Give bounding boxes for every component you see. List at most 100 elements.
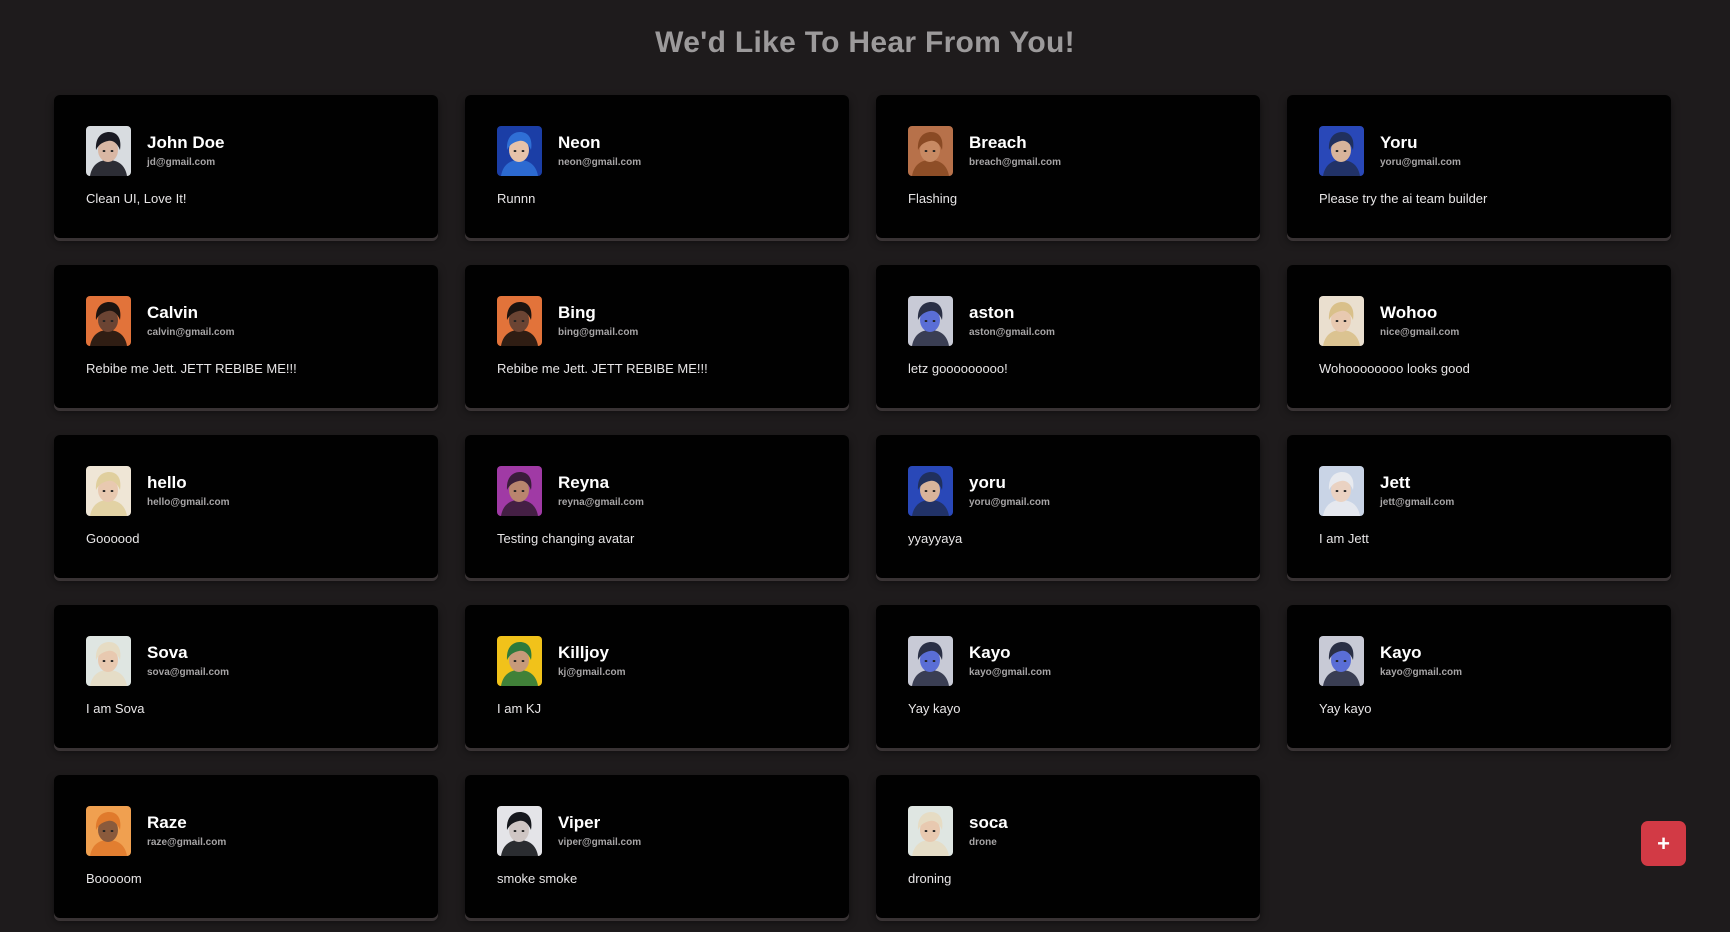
user-info: soca drone	[969, 813, 1008, 849]
user-email: bing@gmail.com	[558, 327, 639, 338]
user-info: Kayo kayo@gmail.com	[969, 643, 1051, 679]
viper-avatar-icon	[497, 806, 542, 856]
user-email: neon@gmail.com	[558, 157, 642, 168]
feedback-card: Sova sova@gmail.com I am Sova	[54, 605, 438, 748]
jett-avatar-icon	[86, 126, 131, 176]
user-name: Reyna	[558, 473, 610, 492]
phoenix-avatar-icon	[497, 296, 542, 346]
feedback-card: Breach breach@gmail.com Flashing	[876, 95, 1260, 238]
feedback-card-header: Yoru yoru@gmail.com	[1319, 126, 1639, 176]
kayo-avatar-icon	[908, 636, 953, 686]
feedback-message: Please try the ai team builder	[1319, 191, 1488, 206]
user-email: jd@gmail.com	[147, 157, 216, 168]
user-info: Bing bing@gmail.com	[558, 303, 638, 339]
feedback-card: Killjoy kj@gmail.com I am KJ	[465, 605, 849, 748]
user-email: sova@gmail.com	[147, 667, 230, 678]
feedback-message: Booooom	[86, 871, 142, 886]
feedback-card-header: Jett jett@gmail.com	[1319, 466, 1639, 516]
add-feedback-button[interactable]: +	[1641, 821, 1686, 866]
feedback-card: Kayo kayo@gmail.com Yay kayo	[876, 605, 1260, 748]
user-info: hello hello@gmail.com	[147, 473, 230, 509]
user-email: breach@gmail.com	[969, 157, 1062, 168]
user-email: raze@gmail.com	[147, 837, 227, 848]
user-email: kj@gmail.com	[558, 667, 626, 678]
feedback-card: Neon neon@gmail.com Runnn	[465, 95, 849, 238]
feedback-card: soca drone droning	[876, 775, 1260, 918]
feedback-card-header: Breach breach@gmail.com	[908, 126, 1228, 176]
feedback-message: I am KJ	[497, 701, 542, 716]
user-info: Yoru yoru@gmail.com	[1380, 133, 1461, 169]
feedback-card-header: Kayo kayo@gmail.com	[1319, 636, 1639, 686]
feedback-card-header: Killjoy kj@gmail.com	[497, 636, 817, 686]
user-name: yoru	[969, 473, 1006, 492]
user-name: aston	[969, 303, 1015, 322]
user-info: Calvin calvin@gmail.com	[147, 303, 235, 339]
user-email: hello@gmail.com	[147, 497, 230, 508]
feedback-message: Yay kayo	[908, 701, 961, 716]
user-info: Raze raze@gmail.com	[147, 813, 226, 849]
feedback-card-header: John Doe jd@gmail.com	[86, 126, 406, 176]
feedback-card: yoru yoru@gmail.com yyayyaya	[876, 435, 1260, 578]
feedback-card-header: Reyna reyna@gmail.com	[497, 466, 817, 516]
feedback-message: droning	[908, 871, 952, 886]
sova-avatar-icon	[86, 466, 131, 516]
feedback-card: Reyna reyna@gmail.com Testing changing ava…	[465, 435, 849, 578]
user-email: nice@gmail.com	[1380, 327, 1460, 338]
feedback-message: I am Jett	[1319, 531, 1369, 546]
user-name: Wohoo	[1380, 303, 1438, 322]
user-name: Yoru	[1380, 133, 1418, 152]
reyna-avatar-icon	[497, 466, 542, 516]
user-name: John Doe	[147, 133, 225, 152]
user-name: Kayo	[969, 643, 1011, 662]
user-info: Wohoo nice@gmail.com	[1380, 303, 1459, 339]
user-email: aston@gmail.com	[969, 327, 1055, 338]
yoru-avatar-icon	[1319, 126, 1364, 176]
yoru-avatar-icon	[908, 466, 953, 516]
user-email: kayo@gmail.com	[969, 667, 1052, 678]
user-email: drone	[969, 837, 997, 848]
sova-avatar-icon	[1319, 296, 1364, 346]
neon-avatar-icon	[497, 126, 542, 176]
user-email: viper@gmail.com	[558, 837, 642, 848]
user-email: reyna@gmail.com	[558, 497, 644, 508]
user-info: Jett jett@gmail.com	[1380, 473, 1454, 509]
feedback-message: Wohoooooooo looks good	[1319, 361, 1470, 376]
feedback-message: Runnn	[497, 191, 536, 206]
feedback-message: yyayyaya	[908, 531, 963, 546]
user-info: Neon neon@gmail.com	[558, 133, 641, 169]
feedback-card-header: Calvin calvin@gmail.com	[86, 296, 406, 346]
feedback-message: Rebibe me Jett. JETT REBIBE ME!!!	[86, 361, 297, 376]
feedback-card-header: Raze raze@gmail.com	[86, 806, 406, 856]
user-info: Kayo kayo@gmail.com	[1380, 643, 1462, 679]
feedback-card-header: Sova sova@gmail.com	[86, 636, 406, 686]
user-name: Jett	[1380, 473, 1411, 492]
feedback-card-header: Kayo kayo@gmail.com	[908, 636, 1228, 686]
user-name: Sova	[147, 643, 188, 662]
feedback-message: letz gooooooooo!	[908, 361, 1008, 376]
user-info: aston aston@gmail.com	[969, 303, 1055, 339]
sova-avatar-icon	[86, 636, 131, 686]
feedback-page: We'd Like To Hear From You! John Doe jd@g…	[0, 0, 1730, 932]
user-name: Calvin	[147, 303, 199, 322]
user-name: soca	[969, 813, 1008, 832]
feedback-message: Goooood	[86, 531, 140, 546]
feedback-card: Jett jett@gmail.com I am Jett	[1287, 435, 1671, 578]
sova-avatar-icon	[908, 806, 953, 856]
phoenix-avatar-icon	[86, 296, 131, 346]
user-name: Bing	[558, 303, 596, 322]
user-name: Killjoy	[558, 643, 610, 662]
raze-avatar-icon	[86, 806, 131, 856]
kayo-avatar-icon	[908, 296, 953, 346]
user-email: yoru@gmail.com	[1380, 157, 1461, 168]
feedback-card: Raze raze@gmail.com Booooom	[54, 775, 438, 918]
feedback-grid: John Doe jd@gmail.com Clean UI, Love It! Ne…	[54, 95, 1671, 918]
feedback-card-header: yoru yoru@gmail.com	[908, 466, 1228, 516]
feedback-card: hello hello@gmail.com Goooood	[54, 435, 438, 578]
user-info: Viper viper@gmail.com	[558, 813, 641, 849]
user-info: Reyna reyna@gmail.com	[558, 473, 644, 509]
user-name: Kayo	[1380, 643, 1422, 662]
feedback-message: Testing changing avatar	[497, 531, 635, 546]
user-info: John Doe jd@gmail.com	[147, 133, 224, 169]
feedback-card: John Doe jd@gmail.com Clean UI, Love It!	[54, 95, 438, 238]
feedback-message: Yay kayo	[1319, 701, 1372, 716]
